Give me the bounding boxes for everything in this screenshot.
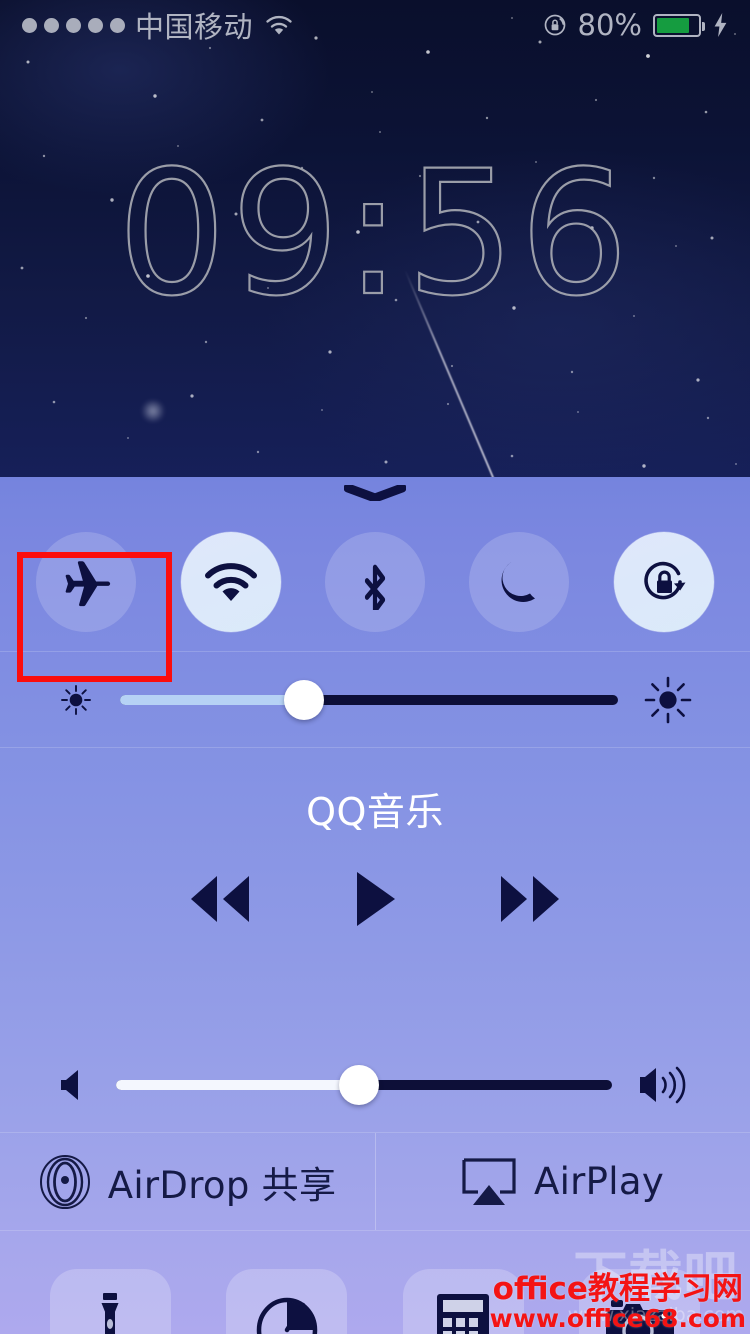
status-bar-right: 80% [543,8,728,42]
calculator-icon [437,1294,490,1334]
airplay-button[interactable]: AirPlay [375,1133,750,1230]
camera-button[interactable] [579,1269,701,1334]
nebula-glow [140,400,166,422]
volume-slider-track[interactable] [116,1064,612,1105]
sun-small-icon [61,684,91,715]
bluetooth-icon [364,564,386,610]
battery-icon [653,13,705,37]
camera-icon [605,1300,674,1334]
speaker-loud-icon [640,1066,686,1103]
flashlight-icon [101,1293,119,1334]
airplane-icon [65,561,111,607]
volume-slider-knob[interactable] [339,1064,380,1105]
carrier-name: 中国移动 [135,10,254,44]
volume-slider-fill [116,1079,360,1090]
airdrop-icon [39,1154,90,1209]
battery-percent-label: 80% [577,8,642,42]
brightness-slider-row [0,652,750,747]
moon-icon [501,562,536,602]
airplay-icon [462,1157,516,1205]
iphone-screen: 中国移动 80% 09:56 QQ音乐 AirDrop 共享 AirPlay 下… [0,0,750,1334]
wifi-toggle[interactable] [180,532,281,632]
chevron-down-icon[interactable] [344,485,406,501]
rotation-lock-icon [644,561,686,600]
fast-forward-icon [501,876,559,922]
volume-slider-row [0,1037,750,1132]
rotation-lock-icon [544,14,565,36]
brightness-slider-fill [120,694,305,705]
timer-button[interactable] [226,1269,348,1334]
rotation-lock-toggle[interactable] [613,532,714,632]
flashlight-button[interactable] [49,1269,171,1334]
control-center-panel: QQ音乐 AirDrop 共享 AirPlay [0,477,750,1334]
play-button[interactable] [349,868,401,930]
sun-large-icon [644,676,692,723]
lockscreen-clock: 09:56 [116,133,633,334]
speaker-mute-icon [61,1069,78,1100]
wifi-icon [266,15,292,35]
timer-icon [256,1297,317,1334]
rewind-icon [191,876,249,922]
media-controls-section: QQ音乐 [0,748,750,1037]
wifi-icon [204,563,257,601]
airplane-mode-toggle[interactable] [36,532,137,632]
brightness-slider-track[interactable] [120,679,618,720]
airdrop-label: AirDrop 共享 [107,1163,337,1207]
media-app-title: QQ音乐 [306,790,444,834]
bluetooth-toggle[interactable] [324,532,425,632]
airplay-label: AirPlay [533,1160,665,1203]
calculator-button[interactable] [402,1269,524,1334]
control-center-grabber-area[interactable] [0,477,750,513]
lightning-bolt-icon [714,13,727,37]
play-icon [357,872,395,926]
airdrop-button[interactable]: AirDrop 共享 [0,1133,375,1230]
battery-fill [657,17,689,33]
sharing-row: AirDrop 共享 AirPlay [0,1133,750,1230]
media-transport-controls [0,868,750,930]
status-bar: 中国移动 80% [0,0,750,50]
app-shortcuts-row [0,1231,750,1334]
quick-toggles-row [0,513,750,682]
do-not-disturb-toggle[interactable] [469,532,570,632]
brightness-slider-knob[interactable] [284,679,325,720]
status-bar-left: 中国移动 [22,4,293,46]
fast-forward-button[interactable] [493,870,569,928]
signal-strength-dots [22,17,125,33]
rewind-button[interactable] [181,870,257,928]
